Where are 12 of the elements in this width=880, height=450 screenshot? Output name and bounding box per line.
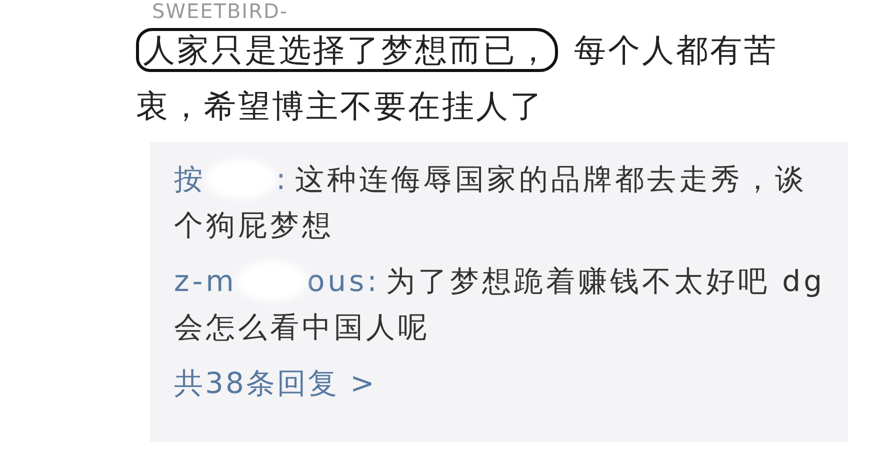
reply-text: 个狗屁梦想 <box>174 208 334 242</box>
reply-username[interactable]: ous: <box>306 258 380 304</box>
reply-text: 会怎么看中国人呢 <box>174 310 430 344</box>
circled-text: 人家只是选择了梦想而已， <box>136 28 558 72</box>
reply-username[interactable]: : <box>276 156 289 202</box>
reply-username[interactable]: z-m <box>174 258 237 304</box>
more-replies-link[interactable]: 共38条回复 > <box>174 360 838 406</box>
reply-username[interactable]: 按 <box>174 156 206 202</box>
comment-author[interactable]: SWEETBIRD- <box>136 0 880 22</box>
comment-text: 人家只是选择了梦想而已， 每个人都有苦衷，希望博主不要在挂人了 <box>136 22 796 134</box>
reply-text: 为了梦想跪着赚钱不太好吧 dg <box>386 263 825 300</box>
reply-text: 这种连侮辱国家的品牌都去走秀，谈 <box>294 161 807 198</box>
